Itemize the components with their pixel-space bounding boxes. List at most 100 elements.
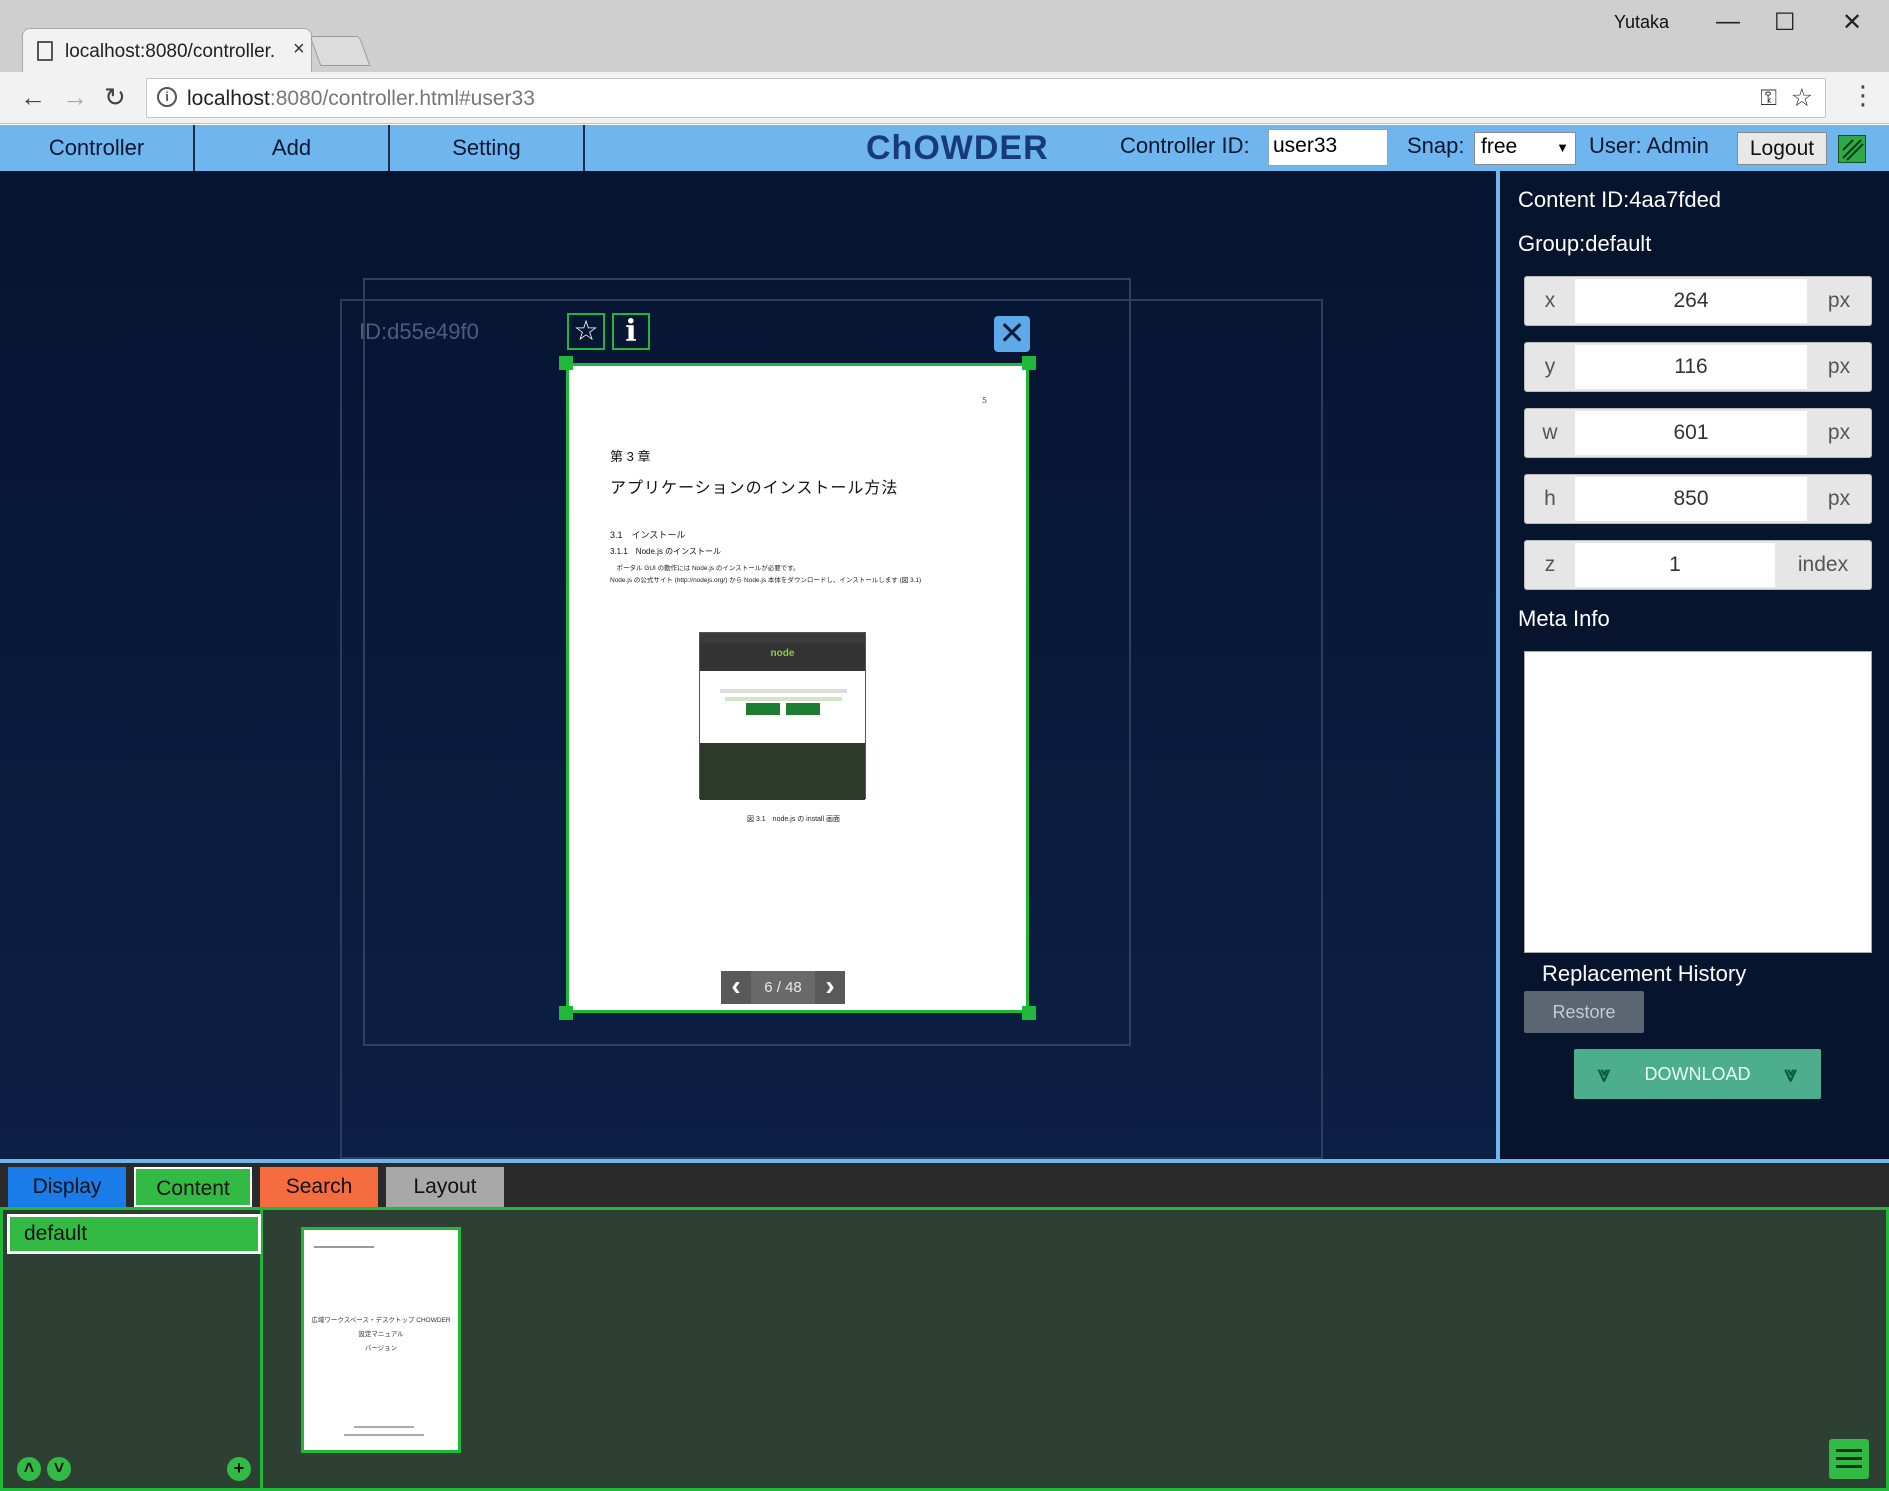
browser-tab-title: localhost:8080/controller.html#user33 xyxy=(65,41,275,62)
snap-label: Snap: xyxy=(1407,133,1465,158)
prop-z-row: z 1 index xyxy=(1524,540,1872,590)
group-list: default ˄ ˅ + xyxy=(3,1210,263,1488)
key-icon[interactable]: ⚿ xyxy=(1760,85,1777,111)
prop-w-input[interactable]: 601 xyxy=(1575,411,1807,455)
document-paragraph: ポータル GUI の動作には Node.js のインストールが必要です。 xyxy=(610,565,800,572)
hamburger-menu-icon[interactable] xyxy=(1829,1439,1869,1479)
prev-page-button[interactable]: ‹ xyxy=(721,971,751,1004)
prop-w-unit: px xyxy=(1827,421,1851,444)
figure-footer xyxy=(700,743,865,800)
dropdown-arrow-icon: ▼ xyxy=(1556,140,1569,155)
add-group-icon[interactable]: + xyxy=(227,1457,251,1481)
next-page-button[interactable]: › xyxy=(815,971,845,1004)
prop-x-input[interactable]: 264 xyxy=(1575,279,1807,323)
thumbnail-title-line: バージョン xyxy=(364,1345,398,1352)
pdf-content[interactable]: 5 第 3 章 アプリケーションのインストール方法 3.1 インストール 3.1… xyxy=(566,363,1029,1013)
menu-controller[interactable]: Controller xyxy=(0,125,195,171)
document-subsection: 3.1.1 Node.js のインストール xyxy=(610,547,721,556)
prop-z-input[interactable]: 1 xyxy=(1575,543,1775,587)
prop-w-label: w xyxy=(1542,421,1558,444)
group-up-icon[interactable]: ˄ xyxy=(17,1457,41,1481)
content-list-panel: default ˄ ˅ + 広域ワークスペース・デスクトップ CHOWDER 設… xyxy=(0,1207,1889,1491)
snap-value: free xyxy=(1481,135,1518,158)
resize-handle-bottom-right[interactable] xyxy=(1022,1006,1036,1020)
replacement-history-label: Replacement History xyxy=(1542,961,1747,986)
property-panel: Content ID:4aa7fded Group:default x 264 … xyxy=(1496,171,1889,1159)
browser-tab[interactable]: localhost:8080/controller.html#user33 × xyxy=(22,28,312,74)
bottom-tab-bar: Display Content Search Layout xyxy=(0,1163,1889,1207)
page-navigator: ‹ 6 / 48 › xyxy=(721,971,845,1004)
document-chapter: 第 3 章 xyxy=(610,449,651,464)
bookmark-star-icon[interactable]: ☆ xyxy=(1791,83,1813,113)
resize-handle-top-right[interactable] xyxy=(1022,356,1036,370)
group-item-default[interactable]: default xyxy=(7,1214,261,1254)
prop-y-input[interactable]: 116 xyxy=(1575,345,1807,389)
resize-handle-bottom-left[interactable] xyxy=(559,1006,573,1020)
prop-z-label: z xyxy=(1544,553,1556,576)
resize-handle-top-left[interactable] xyxy=(559,356,573,370)
prop-h-unit: px xyxy=(1827,487,1851,510)
group-down-icon[interactable]: ˅ xyxy=(47,1457,71,1481)
window-user-name: Yutaka xyxy=(1614,12,1670,32)
prop-h-input[interactable]: 850 xyxy=(1575,477,1807,521)
figure-logo: node xyxy=(700,643,865,671)
group-label: Group:default xyxy=(1518,231,1652,256)
figure-browser-bar xyxy=(700,633,865,643)
app-title: ChOWDER xyxy=(866,129,1049,167)
address-url: localhost:8080/controller.html#user33 xyxy=(187,87,535,110)
maximize-icon[interactable]: ☐ xyxy=(1774,8,1796,37)
restore-button[interactable]: Restore xyxy=(1524,991,1644,1033)
thumbnail-footer-line xyxy=(354,1426,414,1428)
controller-id-label: Controller ID: xyxy=(1120,133,1250,158)
figure-download-button xyxy=(786,703,820,715)
prop-x-unit: px xyxy=(1827,289,1851,312)
thumbnail-footer-line xyxy=(344,1434,424,1436)
chevron-double-down-icon: ⩔ xyxy=(1598,1061,1611,1086)
app-header: Controller Add Setting ChOWDER Controlle… xyxy=(0,125,1889,171)
site-info-icon[interactable]: i xyxy=(157,87,177,107)
tab-display[interactable]: Display xyxy=(8,1167,126,1207)
tab-search[interactable]: Search xyxy=(260,1167,378,1207)
back-icon[interactable]: ← xyxy=(20,82,46,113)
document-paragraph: Node.js の公式サイト (http://nodejs.org/) から N… xyxy=(610,577,922,584)
prop-y-label: y xyxy=(1544,355,1556,378)
document-page-number: 5 xyxy=(982,396,988,405)
browser-toolbar: ← → ↻ i localhost:8080/controller.html#u… xyxy=(0,72,1889,124)
meta-info-textarea[interactable] xyxy=(1524,651,1872,953)
download-label: DOWNLOAD xyxy=(1644,1064,1751,1084)
thumbnail-title-line: 設定マニュアル xyxy=(358,1331,404,1338)
info-icon[interactable]: i xyxy=(612,313,650,350)
prop-z-unit: index xyxy=(1797,553,1849,576)
display-canvas[interactable]: ID:d55e49f0 ☆ i ✕ 5 第 3 章 アプリケーションのインストー… xyxy=(0,171,1496,1159)
reload-icon[interactable]: ↻ xyxy=(104,82,126,113)
menu-setting[interactable]: Setting xyxy=(390,125,585,171)
menu-add[interactable]: Add xyxy=(195,125,390,171)
tab-layout[interactable]: Layout xyxy=(386,1167,504,1207)
address-bar[interactable]: i localhost:8080/controller.html#user33 … xyxy=(146,78,1826,118)
logout-button[interactable]: Logout xyxy=(1737,132,1827,165)
controller-id-input[interactable]: user33 xyxy=(1268,129,1388,166)
browser-tabstrip: localhost:8080/controller.html#user33 × … xyxy=(0,0,1889,74)
close-content-icon[interactable]: ✕ xyxy=(994,316,1030,352)
connection-status-icon[interactable] xyxy=(1838,135,1866,163)
tab-content[interactable]: Content xyxy=(134,1167,252,1207)
snap-select[interactable]: free ▼ xyxy=(1474,132,1576,165)
display-id-label: ID:d55e49f0 xyxy=(359,319,479,344)
document-section: 3.1 インストール xyxy=(610,530,686,540)
content-thumbnail[interactable]: 広域ワークスペース・デスクトップ CHOWDER 設定マニュアル バージョン xyxy=(301,1227,461,1453)
download-button[interactable]: ⩔ DOWNLOAD ⩔ xyxy=(1574,1049,1821,1099)
browser-menu-icon[interactable]: ⋮ xyxy=(1850,80,1876,111)
prop-x-row: x 264 px xyxy=(1524,276,1872,326)
new-tab-button[interactable] xyxy=(309,36,371,66)
prop-y-unit: px xyxy=(1827,355,1851,378)
document-heading: アプリケーションのインストール方法 xyxy=(610,480,899,497)
close-tab-icon[interactable]: × xyxy=(293,38,305,61)
star-icon[interactable]: ☆ xyxy=(567,313,605,350)
minimize-icon[interactable]: — xyxy=(1716,8,1740,36)
window-close-icon[interactable]: ✕ xyxy=(1842,8,1862,37)
content-id-label: Content ID:4aa7fded xyxy=(1518,187,1722,212)
prop-y-row: y 116 px xyxy=(1524,342,1872,392)
forward-icon[interactable]: → xyxy=(62,82,88,113)
prop-h-row: h 850 px xyxy=(1524,474,1872,524)
prop-h-label: h xyxy=(1544,487,1556,510)
